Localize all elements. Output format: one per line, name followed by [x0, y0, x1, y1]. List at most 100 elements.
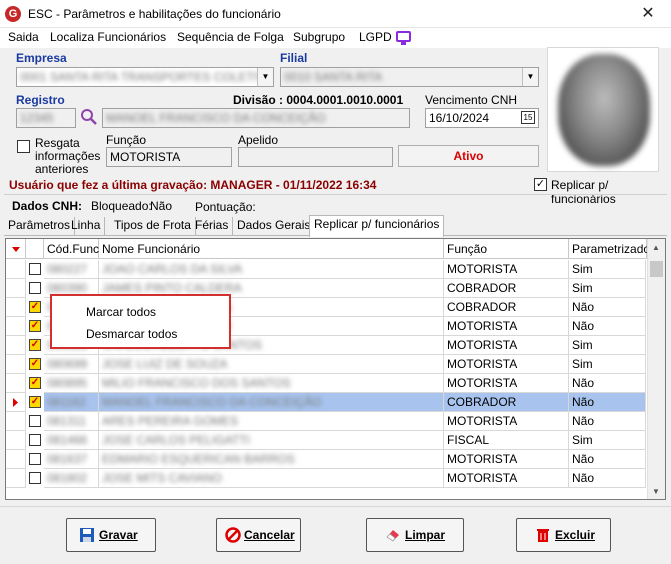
cell-parametrizado[interactable]: Sim: [569, 431, 646, 450]
row-indicator[interactable]: [6, 412, 26, 431]
search-icon[interactable]: [80, 108, 98, 126]
cell-funcao[interactable]: FISCAL: [444, 431, 569, 450]
registro-input[interactable]: 12345: [16, 108, 76, 128]
cell-nome-funcionario[interactable]: JOSE LUIZ DE SOUZA: [99, 355, 444, 374]
row-checkbox[interactable]: ✓: [29, 301, 41, 313]
table-row[interactable]: 081802 JOSE MITS CAVIANO MOTORISTA Não: [6, 469, 646, 488]
table-row[interactable]: 080227 JOAO CARLOS DA SILVA MOTORISTA Sim: [6, 260, 646, 279]
close-button[interactable]: ✕: [636, 4, 660, 24]
table-row[interactable]: 081637 EDMARIO ESQUERICAN BARROS MOTORISTA…: [6, 450, 646, 469]
row-indicator[interactable]: [6, 355, 26, 374]
cell-parametrizado[interactable]: Não: [569, 298, 646, 317]
row-checkbox[interactable]: [29, 282, 41, 294]
menu-saida[interactable]: Saida: [7, 28, 40, 46]
row-checkbox[interactable]: [29, 415, 41, 427]
cell-cod-func[interactable]: 080895: [44, 374, 99, 393]
calendar-icon[interactable]: 15: [521, 111, 535, 124]
resgata-checkbox[interactable]: [17, 140, 30, 153]
row-checkbox[interactable]: [29, 434, 41, 446]
row-indicator[interactable]: [6, 450, 26, 469]
row-checkbox[interactable]: [29, 453, 41, 465]
cell-cod-func[interactable]: 081802: [44, 469, 99, 488]
cell-nome-funcionario[interactable]: JOSE CARLOS PELIGATTI: [99, 431, 444, 450]
cell-cod-func[interactable]: 080227: [44, 260, 99, 279]
table-row[interactable]: ✓ 081162 MANOEL FRANCISCO DA CONCEIÇÃO COBR…: [6, 393, 646, 412]
cell-funcao[interactable]: MOTORISTA: [444, 469, 569, 488]
cell-funcao[interactable]: MOTORISTA: [444, 336, 569, 355]
row-checkbox[interactable]: ✓: [29, 396, 41, 408]
row-indicator[interactable]: [6, 317, 26, 336]
tab-replicar-funcionarios[interactable]: Replicar p/ funcionários: [309, 215, 445, 237]
scroll-thumb[interactable]: [650, 261, 663, 277]
cell-funcao[interactable]: MOTORISTA: [444, 260, 569, 279]
cell-funcao[interactable]: COBRADOR: [444, 298, 569, 317]
cell-nome-funcionario[interactable]: ARES PEREIRA GOMES: [99, 412, 444, 431]
replicar-checkbox[interactable]: ✓: [534, 178, 547, 191]
vertical-scrollbar[interactable]: ▲ ▼: [647, 239, 665, 499]
table-row[interactable]: ✓ 080699 JOSE LUIZ DE SOUZA MOTORISTA Sim: [6, 355, 646, 374]
row-indicator[interactable]: [6, 298, 26, 317]
cell-funcao[interactable]: COBRADOR: [444, 393, 569, 412]
cell-nome-funcionario[interactable]: EDMARIO ESQUERICAN BARROS: [99, 450, 444, 469]
tab-tipos-de-frota[interactable]: Tipos de Frota: [110, 217, 196, 236]
row-checkbox[interactable]: ✓: [29, 339, 41, 351]
apelido-field[interactable]: [238, 147, 393, 167]
table-row[interactable]: 081311 ARES PEREIRA GOMES MOTORISTA Não: [6, 412, 646, 431]
cell-parametrizado[interactable]: Não: [569, 374, 646, 393]
grid-check-header[interactable]: [26, 239, 44, 259]
row-checkbox[interactable]: ✓: [29, 358, 41, 370]
row-indicator[interactable]: [6, 393, 26, 412]
gravar-button[interactable]: Gravar: [66, 518, 156, 552]
chevron-down-icon[interactable]: ▼: [522, 68, 538, 86]
header-funcao[interactable]: Função: [444, 239, 569, 259]
monitor-icon[interactable]: [396, 31, 411, 45]
row-indicator[interactable]: [6, 260, 26, 279]
excluir-button[interactable]: Excluir: [516, 518, 611, 552]
status-ativo-button[interactable]: Ativo: [398, 145, 539, 167]
cell-parametrizado[interactable]: Sim: [569, 355, 646, 374]
menu-localiza-funcionarios[interactable]: Localiza Funcionários: [49, 28, 167, 46]
cell-parametrizado[interactable]: Não: [569, 412, 646, 431]
cell-nome-funcionario[interactable]: JOSE MITS CAVIANO: [99, 469, 444, 488]
row-indicator[interactable]: [6, 431, 26, 450]
ctx-marcar-todos[interactable]: Marcar todos: [86, 305, 156, 319]
cell-parametrizado[interactable]: Não: [569, 393, 646, 412]
funcionarios-grid[interactable]: Cód.Func Nome Funcionário Função Paramet…: [5, 238, 666, 500]
cell-nome-funcionario[interactable]: MANOEL FRANCISCO DA CONCEIÇÃO: [99, 393, 444, 412]
grid-indicator-header[interactable]: [6, 239, 26, 259]
row-indicator[interactable]: [6, 279, 26, 298]
cell-cod-func[interactable]: 080699: [44, 355, 99, 374]
tab-parametros[interactable]: Parâmetros: [4, 217, 76, 236]
row-indicator[interactable]: [6, 374, 26, 393]
limpar-button[interactable]: Limpar: [366, 518, 464, 552]
tab-dados-gerais[interactable]: Dados Gerais: [233, 217, 316, 236]
cell-nome-funcionario[interactable]: JOAO CARLOS DA SILVA: [99, 260, 444, 279]
cell-cod-func[interactable]: 081311: [44, 412, 99, 431]
cell-funcao[interactable]: MOTORISTA: [444, 355, 569, 374]
cell-parametrizado[interactable]: Sim: [569, 336, 646, 355]
cell-funcao[interactable]: COBRADOR: [444, 279, 569, 298]
row-checkbox[interactable]: ✓: [29, 377, 41, 389]
sort-down-icon[interactable]: [6, 239, 26, 259]
cell-funcao[interactable]: MOTORISTA: [444, 450, 569, 469]
cell-parametrizado[interactable]: Não: [569, 317, 646, 336]
cell-parametrizado[interactable]: Não: [569, 469, 646, 488]
cell-parametrizado[interactable]: Sim: [569, 260, 646, 279]
cell-nome-funcionario[interactable]: MILIO FRANCISCO DOS SANTOS: [99, 374, 444, 393]
tab-linha[interactable]: Linha: [67, 217, 106, 236]
cell-cod-func[interactable]: 081637: [44, 450, 99, 469]
table-row[interactable]: ✓ 080895 MILIO FRANCISCO DOS SANTOS MOTORIS…: [6, 374, 646, 393]
empresa-select[interactable]: 0001 SANTA RITA TRANSPORTES COLETIVOS ▼: [16, 67, 274, 87]
menu-subgrupo[interactable]: Subgrupo: [292, 28, 346, 46]
filial-select[interactable]: 0010 SANTA RITA ▼: [280, 67, 539, 87]
row-checkbox[interactable]: [29, 472, 41, 484]
header-cod-func[interactable]: Cód.Func: [44, 239, 99, 259]
row-checkbox[interactable]: [29, 263, 41, 275]
row-indicator[interactable]: [6, 469, 26, 488]
cancelar-button[interactable]: Cancelar: [216, 518, 301, 552]
chevron-down-icon[interactable]: ▼: [257, 68, 273, 86]
header-parametrizado[interactable]: Parametrizado: [569, 239, 650, 259]
row-indicator[interactable]: [6, 336, 26, 355]
menu-sequencia-de-folga[interactable]: Sequência de Folga: [176, 28, 285, 46]
vencimento-cnh-input[interactable]: 16/10/2024 15: [425, 108, 539, 128]
